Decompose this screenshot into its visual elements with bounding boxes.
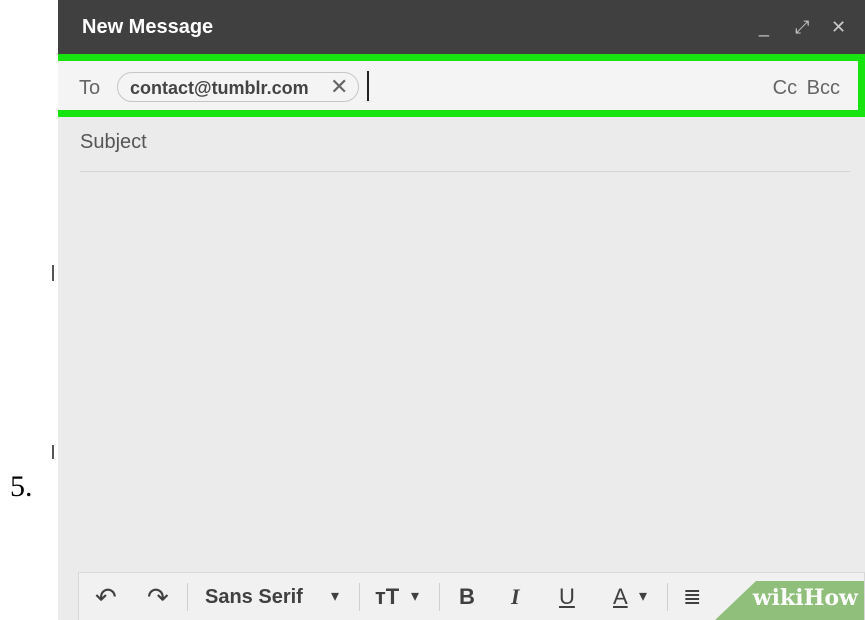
font-family-label[interactable]: Sans Serif: [205, 585, 303, 609]
italic-icon[interactable]: I: [511, 585, 520, 609]
message-body[interactable]: [58, 172, 865, 572]
left-edge-mark: [52, 265, 54, 281]
expand-icon[interactable]: ⤢: [795, 17, 809, 37]
recipient-email: contact@tumblr.com: [130, 78, 309, 98]
minimize-icon[interactable]: _: [759, 17, 769, 37]
title-bar: New Message _ ⤢ ✕: [58, 0, 865, 54]
toolbar-separator: [187, 583, 188, 611]
toolbar-separator: [359, 583, 360, 611]
text-size-dropdown-icon[interactable]: ▾: [411, 585, 419, 609]
compose-window: New Message _ ⤢ ✕ To contact@tumblr.com …: [58, 0, 865, 620]
text-size-icon[interactable]: тT: [375, 585, 399, 609]
text-color-icon[interactable]: A: [613, 585, 628, 609]
wikihow-watermark: wikiHow: [714, 581, 864, 620]
redo-icon[interactable]: ↷: [147, 584, 169, 610]
to-label: To: [79, 77, 101, 99]
left-edge-mark: [52, 445, 54, 459]
cc-bcc-link[interactable]: Cc Bcc: [773, 77, 840, 100]
subject-field[interactable]: Subject: [80, 121, 850, 172]
recipient-chip[interactable]: contact@tumblr.com ✕: [117, 72, 359, 102]
text-color-dropdown-icon[interactable]: ▾: [639, 585, 647, 609]
remove-recipient-icon[interactable]: ✕: [330, 74, 348, 100]
undo-icon[interactable]: ↶: [95, 584, 117, 610]
close-icon[interactable]: ✕: [831, 17, 846, 37]
watermark-text: wikiHow: [752, 585, 858, 611]
toolbar-separator: [667, 583, 668, 611]
subject-placeholder: Subject: [80, 131, 147, 153]
window-title: New Message: [82, 16, 214, 38]
formatting-toolbar: ↶ ↷ Sans Serif ▾ тT ▾ B I U A ▾ ≣ wikiHo…: [78, 572, 865, 620]
bold-icon[interactable]: B: [459, 585, 475, 609]
text-caret: [367, 71, 369, 101]
toolbar-separator: [439, 583, 440, 611]
underline-icon[interactable]: U: [559, 585, 575, 609]
step-number: 5.: [10, 470, 33, 503]
font-dropdown-icon[interactable]: ▾: [331, 585, 339, 609]
align-icon[interactable]: ≣: [683, 585, 701, 609]
to-field-row[interactable]: To contact@tumblr.com ✕ Cc Bcc: [58, 54, 865, 117]
